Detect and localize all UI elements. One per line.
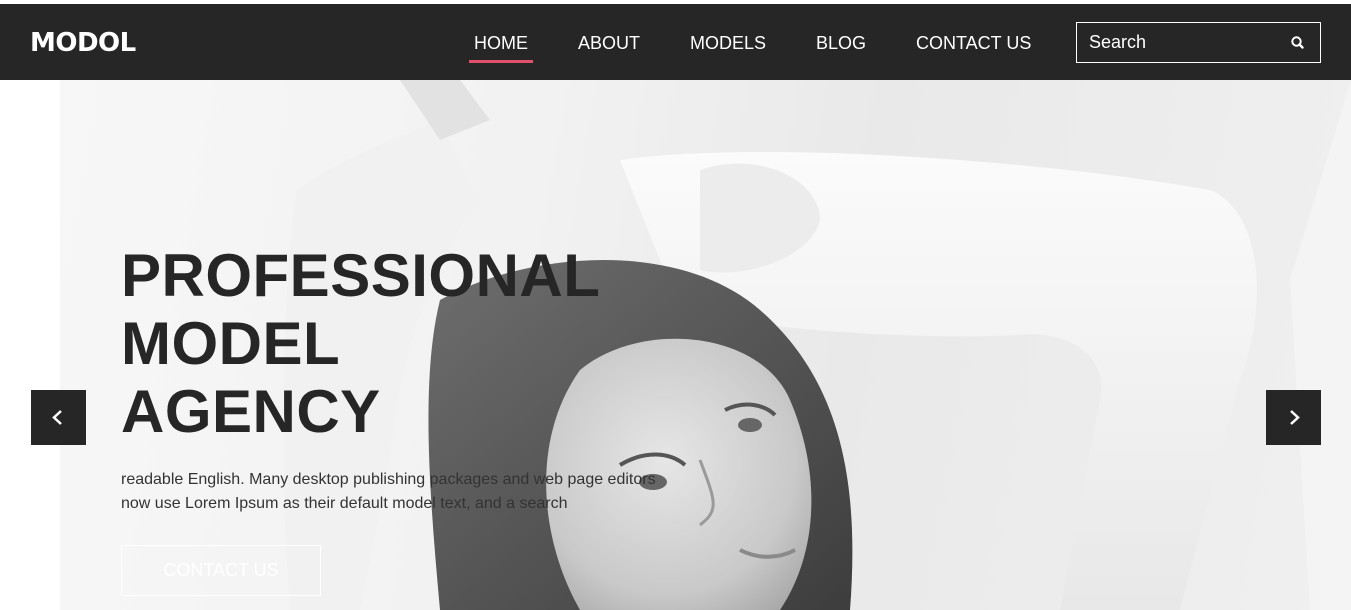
- navbar: MODOL HOME ABOUT MODELS BLOG CONTACT US: [0, 4, 1351, 80]
- slider-next-button[interactable]: [1266, 390, 1321, 445]
- nav-models-link[interactable]: MODELS: [690, 32, 766, 54]
- slider-prev-button[interactable]: [31, 390, 86, 445]
- site-logo[interactable]: MODOL: [30, 28, 136, 58]
- contact-us-button[interactable]: CONTACT US: [121, 545, 321, 596]
- nav-home-link[interactable]: HOME: [474, 32, 528, 54]
- chevron-left-icon: [52, 410, 62, 425]
- headline-line: AGENCY: [121, 378, 381, 445]
- description-line: now use Lorem Ipsum as their default mod…: [121, 495, 568, 512]
- nav-about-link[interactable]: ABOUT: [578, 32, 640, 54]
- active-nav-indicator: [469, 60, 533, 63]
- search-box: [1076, 22, 1321, 63]
- hero-headline: PROFESSIONAL MODEL AGENCY: [121, 242, 600, 446]
- chevron-right-icon: [1290, 410, 1300, 425]
- hero-description: readable English. Many desktop publishin…: [121, 468, 681, 516]
- headline-line: MODEL: [121, 310, 341, 377]
- headline-line: PROFESSIONAL: [121, 242, 601, 309]
- nav-blog-link[interactable]: BLOG: [816, 32, 866, 54]
- search-input[interactable]: [1077, 23, 1277, 62]
- description-line: readable English. Many desktop publishin…: [121, 471, 656, 488]
- nav-contact-link[interactable]: CONTACT US: [916, 32, 1031, 54]
- search-icon[interactable]: [1289, 34, 1307, 52]
